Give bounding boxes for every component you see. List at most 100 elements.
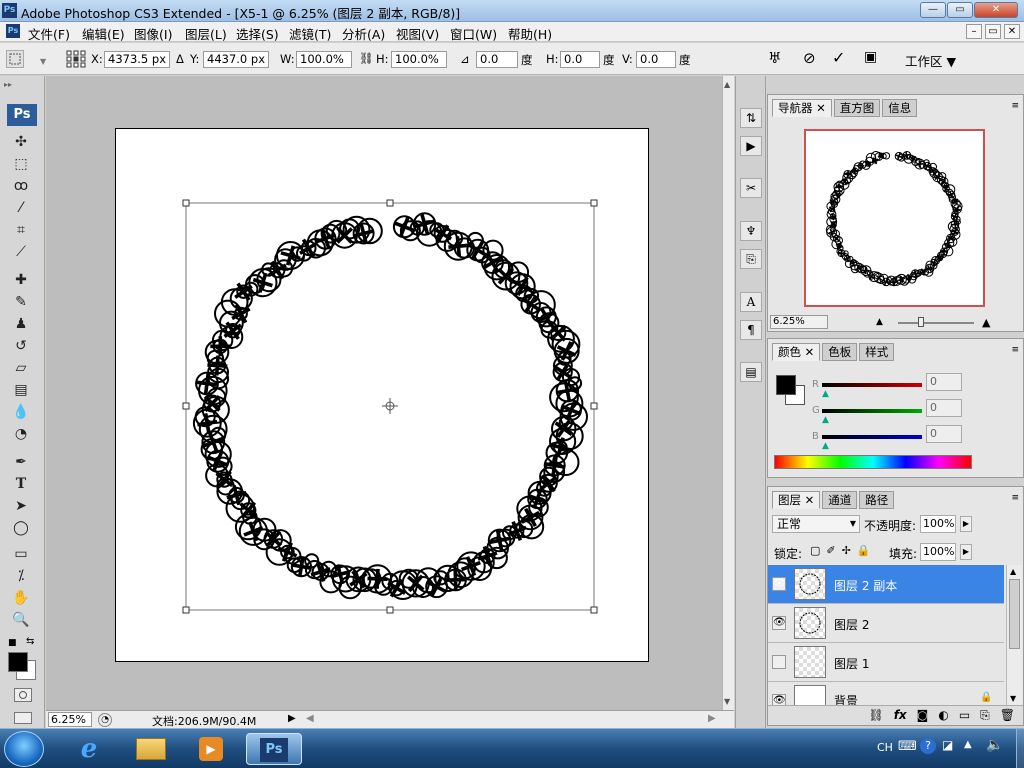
menu-window[interactable]: 窗口(W) xyxy=(450,24,497,43)
brush-icon[interactable]: ✎ xyxy=(10,292,32,312)
tray-icon[interactable]: ◪ xyxy=(942,738,953,752)
eye-icon[interactable]: 👁 xyxy=(772,616,786,630)
opacity-input[interactable]: 100% xyxy=(920,515,956,533)
color-ramp[interactable] xyxy=(774,455,972,469)
marquee-icon[interactable]: ⬚ xyxy=(10,154,32,174)
width-input[interactable]: 100.0% xyxy=(296,51,352,68)
pen-icon[interactable]: ✒ xyxy=(10,452,32,472)
close-button[interactable]: ✕ xyxy=(974,2,1018,18)
status-menu-arrow-icon[interactable]: ▶ xyxy=(288,713,296,724)
tab-swatches[interactable]: 色板 xyxy=(822,343,858,361)
panel-menu-icon[interactable]: ≡ xyxy=(1011,101,1019,111)
menu-select[interactable]: 选择(S) xyxy=(236,24,279,43)
workspace-menu[interactable]: 工作区 ▼ xyxy=(905,51,956,70)
height-input[interactable]: 100.0% xyxy=(391,51,447,68)
b-input[interactable]: 0 xyxy=(926,425,962,443)
slice-icon[interactable]: ⟋ xyxy=(10,242,32,262)
photoshop-taskbar-button[interactable]: Ps xyxy=(246,733,302,765)
actions-icon[interactable]: ▶ xyxy=(740,136,762,156)
menu-analysis[interactable]: 分析(A) xyxy=(342,24,385,43)
opacity-arrow-icon[interactable]: ▶ xyxy=(960,516,972,532)
eyedropper-icon[interactable]: ⁒ xyxy=(10,566,32,586)
tab-histogram[interactable]: 直方图 xyxy=(833,99,881,117)
g-slider[interactable] xyxy=(822,409,922,413)
x-input[interactable]: 4373.5 px xyxy=(104,51,170,68)
help-icon[interactable]: ? xyxy=(920,738,936,754)
type-icon[interactable]: T xyxy=(10,474,32,494)
layer-row[interactable]: 👁 图层 2 副本 xyxy=(768,565,1004,604)
tool-presets-icon[interactable]: ✂ xyxy=(740,178,762,198)
default-colors-icon[interactable]: ■ xyxy=(8,638,17,648)
navigator-preview[interactable] xyxy=(804,129,985,307)
hskew-input[interactable]: 0.0 xyxy=(560,51,600,68)
new-layer-icon[interactable]: ⎘ xyxy=(980,706,990,725)
reference-point-icon[interactable] xyxy=(66,50,86,68)
blur-icon[interactable]: 💧 xyxy=(10,402,32,422)
notes-icon[interactable]: ▭ xyxy=(10,544,32,564)
character-icon[interactable]: A xyxy=(740,292,762,312)
tool-preset-icon[interactable] xyxy=(6,50,24,68)
magic-wand-icon[interactable]: ⁄ xyxy=(10,198,32,218)
g-input[interactable]: 0 xyxy=(926,399,962,417)
commit-transform-icon[interactable]: ✓ xyxy=(832,48,845,67)
menu-help[interactable]: 帮助(H) xyxy=(508,24,552,43)
zoom-icon[interactable]: 🔍 xyxy=(10,610,32,630)
scroll-left-icon[interactable]: ◀ xyxy=(306,713,314,724)
media-player-icon[interactable]: ▶ xyxy=(186,733,236,765)
warp-icon[interactable]: ♅ xyxy=(768,49,781,67)
show-desktop-button[interactable] xyxy=(1016,729,1024,768)
fx-icon[interactable]: fx xyxy=(894,706,907,725)
cancel-transform-icon[interactable]: ⊘ xyxy=(803,49,816,67)
lock-icons[interactable]: ▢✐✢🔒 xyxy=(810,544,877,557)
fill-arrow-icon[interactable]: ▶ xyxy=(960,544,972,560)
minimize-button[interactable]: — xyxy=(920,2,946,18)
doc-close-button[interactable]: ✕ xyxy=(1004,24,1020,39)
link-icon[interactable]: ⛓ xyxy=(868,706,883,725)
bridge-status-icon[interactable]: ◔ xyxy=(98,713,112,727)
brushes-icon[interactable]: ♆ xyxy=(740,221,762,241)
tab-styles[interactable]: 样式 xyxy=(859,343,895,361)
doc-minimize-button[interactable]: – xyxy=(966,24,982,39)
color-fg-swatch[interactable] xyxy=(776,375,796,395)
layer-row[interactable]: 👁 背景 🔒 xyxy=(768,682,1004,705)
eye-icon[interactable]: 👁 xyxy=(772,577,786,591)
volume-icon[interactable]: 🔈 xyxy=(986,737,1003,753)
start-icon[interactable] xyxy=(4,731,44,767)
fill-input[interactable]: 100% xyxy=(920,543,956,561)
quick-mask-icon[interactable] xyxy=(14,688,32,702)
panel-menu-icon[interactable]: ≡ xyxy=(1011,493,1019,503)
r-slider[interactable] xyxy=(822,383,922,387)
doc-restore-button[interactable]: ▭ xyxy=(985,24,1001,39)
vskew-input[interactable]: 0.0 xyxy=(636,51,676,68)
collapse-icon[interactable]: ▸▸ xyxy=(4,80,12,89)
link-icon[interactable]: ⛓ xyxy=(359,51,374,65)
paragraph-icon[interactable]: ¶ xyxy=(740,320,762,340)
explorer-icon[interactable] xyxy=(126,733,176,765)
y-input[interactable]: 4437.0 px xyxy=(203,51,269,68)
stamp-icon[interactable]: ♟ xyxy=(10,314,32,334)
language-indicator[interactable]: CH xyxy=(877,741,893,754)
tab-layers[interactable]: 图层 ✕ xyxy=(772,491,821,509)
b-slider-thumb[interactable]: ▲ xyxy=(822,441,829,451)
healing-icon[interactable]: ✚ xyxy=(10,270,32,290)
zoom-slider[interactable] xyxy=(898,322,974,324)
menu-filter[interactable]: 滤镜(T) xyxy=(289,24,331,43)
g-slider-thumb[interactable]: ▲ xyxy=(822,415,829,425)
dodge-icon[interactable]: ◔ xyxy=(10,424,32,444)
menu-layer[interactable]: 图层(L) xyxy=(185,24,227,43)
screen-mode-icon[interactable] xyxy=(14,712,32,724)
layer-comps-icon[interactable]: ⇅ xyxy=(740,108,762,128)
layer-row[interactable]: 👁 图层 1 xyxy=(768,643,1004,682)
zoom-in-icon[interactable]: ▲ xyxy=(982,316,990,329)
ie-icon[interactable]: e xyxy=(64,733,114,765)
show-hidden-icon[interactable]: ▲ xyxy=(964,739,972,750)
history-brush-icon[interactable]: ↺ xyxy=(10,336,32,356)
r-slider-thumb[interactable]: ▲ xyxy=(822,389,829,399)
group-icon[interactable]: ▭ xyxy=(959,706,970,725)
rotate-input[interactable]: 0.0 xyxy=(476,51,518,68)
move-icon[interactable]: ✣ xyxy=(10,132,32,152)
layers-scrollbar[interactable]: ▲ ▼ xyxy=(1006,565,1022,705)
crop-icon[interactable]: ⌗ xyxy=(10,220,32,240)
navigator-zoom-field[interactable]: 6.25% xyxy=(770,315,828,329)
scroll-right-icon[interactable]: ▶ xyxy=(708,713,716,724)
